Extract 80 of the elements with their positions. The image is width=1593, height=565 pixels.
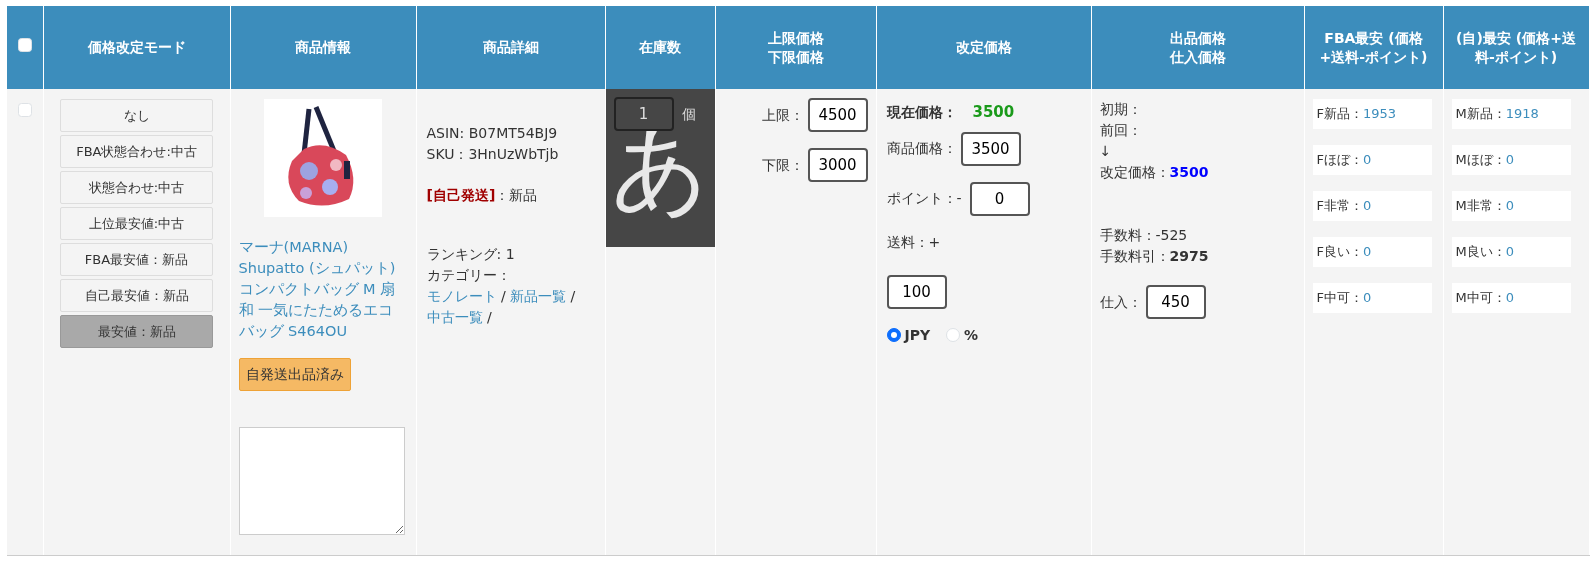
column-header: 商品詳細 (482, 39, 539, 56)
column-header: FBA最安 (価格+送料-ポイント) (1319, 29, 1428, 65)
current-price-label: 現在価格： (886, 104, 957, 120)
point-field[interactable]: 0 (969, 181, 1030, 216)
category-link[interactable]: モノレート (426, 288, 497, 304)
column-header: 商品情報 (295, 39, 351, 56)
offer-price-link[interactable]: 0 (1505, 290, 1514, 305)
separator-text: / (500, 288, 506, 304)
offer-price-link[interactable]: 1918 (1505, 106, 1539, 121)
separator-text: / (486, 309, 492, 325)
mode-button[interactable]: FBA状態合わせ:中古 (60, 135, 213, 168)
shipping-type-label: [自己発送] (426, 187, 496, 203)
current-price-value: 3500 (972, 103, 1015, 121)
radio-label: % (964, 325, 979, 345)
offer-label: F良い： (1316, 244, 1363, 259)
shipping-field[interactable]: 100 (886, 274, 947, 309)
lower-limit-label: 下限： (761, 155, 804, 175)
category-link[interactable]: 新品一覧 (510, 288, 567, 304)
mode-button[interactable]: 最安値：新品 (60, 315, 213, 348)
category-label: カテゴリー： (426, 266, 512, 285)
offer-label: F中可： (1316, 290, 1363, 305)
upper-limit-label: 上限： (761, 105, 804, 125)
unit-text: 個 (681, 104, 696, 124)
offer-price-link[interactable]: 0 (1505, 198, 1514, 213)
offer-label: M中可： (1455, 290, 1506, 305)
sku-text: SKU：3HnUzWbTjb (426, 145, 560, 164)
product-title-link[interactable]: マーナ(MARNA) Shupatto (シュパット) コンパクトバッグ M 扇和 一気にたためるエコバッグ S464OU (238, 237, 408, 343)
offer-label: Fほぼ： (1316, 152, 1363, 167)
row-checkbox[interactable] (17, 103, 32, 117)
lower-limit-field[interactable]: 3000 (807, 148, 868, 182)
fee-net-value: 2975 (1169, 248, 1209, 264)
offer-price-link[interactable]: 0 (1363, 244, 1372, 259)
offer-label: M非常： (1455, 198, 1506, 213)
offer-label: F非常： (1316, 198, 1363, 213)
product-price-label: 商品価格： (886, 139, 957, 158)
memo-field[interactable] (238, 427, 405, 536)
fee-text: 手数料：-525 (1099, 226, 1189, 245)
radio-label: JPY (904, 325, 931, 345)
stock-field[interactable]: 1 (613, 97, 674, 131)
listed-status-button[interactable]: 自発送出品済み (238, 358, 351, 392)
point-label: ポイント：- (886, 189, 962, 208)
select-all-checkbox[interactable] (17, 38, 32, 53)
cost-field[interactable]: 450 (1145, 285, 1206, 319)
upper-limit-field[interactable]: 4500 (807, 98, 868, 132)
cost-label: 仕入： (1099, 292, 1142, 312)
offer-label: Mほぼ： (1455, 152, 1506, 167)
arrow-text: ↓ (1099, 142, 1113, 161)
column-header: 価格改定モード (87, 39, 186, 56)
separator-text: / (570, 288, 576, 304)
shipping-label: 送料：+ (886, 232, 942, 252)
column-header: (自)最安 (価格+送料-ポイント) (1456, 29, 1576, 65)
category-link[interactable]: 中古一覧 (426, 309, 483, 325)
mode-button[interactable]: FBA最安値：新品 (60, 243, 213, 276)
offer-price-link[interactable]: 0 (1363, 152, 1372, 167)
column-header: 出品価格 仕入価格 (1169, 29, 1226, 65)
offer-label: F新品： (1316, 106, 1363, 121)
fee-net-label: 手数料引： (1099, 248, 1170, 264)
offer-price-link[interactable]: 0 (1505, 152, 1514, 167)
column-header: 在庫数 (639, 39, 681, 56)
ranking-text: ランキング: 1 (426, 245, 516, 264)
column-header: 改定価格 (955, 39, 1012, 56)
previous-label: 前回： (1099, 121, 1143, 140)
product-price-field[interactable]: 3500 (960, 131, 1021, 166)
revised-price-value: 3500 (1169, 164, 1209, 180)
mode-button[interactable]: 上位最安値:中古 (60, 207, 213, 240)
revised-price-label: 改定価格： (1099, 164, 1170, 180)
offer-label: M新品： (1455, 106, 1506, 121)
initial-label: 初期： (1099, 100, 1143, 119)
asin-text: ASIN: B07MT54BJ9 (426, 124, 559, 143)
column-header: 上限価格 下限価格 (767, 29, 824, 65)
unit-radio[interactable] (886, 328, 901, 342)
mode-button[interactable]: 自己最安値：新品 (60, 279, 213, 312)
offer-label: M良い： (1455, 244, 1506, 259)
condition-text: ：新品 (495, 187, 538, 203)
mode-button[interactable]: なし (60, 99, 213, 132)
offer-price-link[interactable]: 1953 (1363, 106, 1397, 121)
offer-price-link[interactable]: 0 (1505, 244, 1514, 259)
mode-button[interactable]: 状態合わせ:中古 (60, 171, 213, 204)
offer-price-link[interactable]: 0 (1363, 198, 1372, 213)
offer-price-link[interactable]: 0 (1363, 290, 1372, 305)
